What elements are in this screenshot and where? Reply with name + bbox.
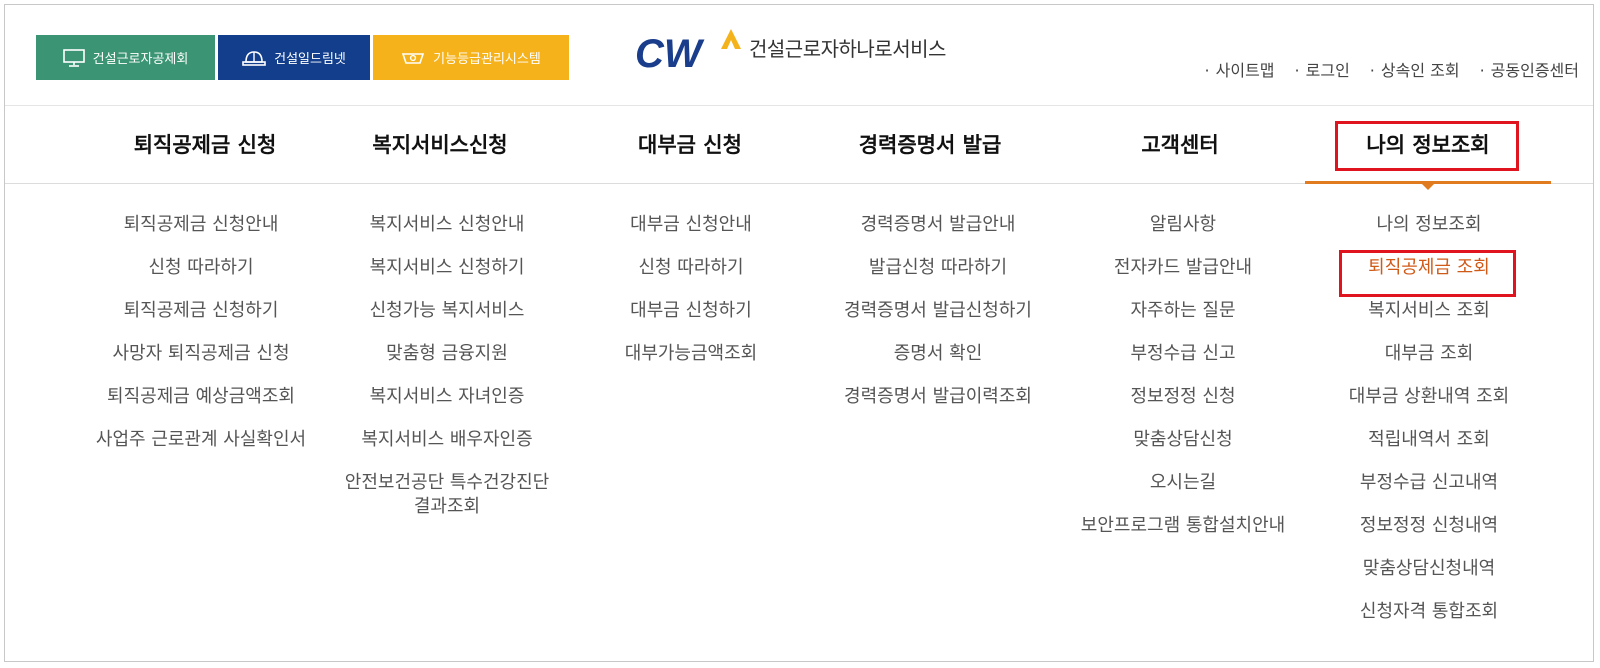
submenu-item[interactable]: 퇴직공제금 예상금액조회 bbox=[96, 385, 306, 428]
submenu-item[interactable]: 자주하는 질문 bbox=[1081, 299, 1285, 342]
submenu-item[interactable]: 전자카드 발급안내 bbox=[1081, 256, 1285, 299]
submenu-item[interactable]: 증명서 확인 bbox=[844, 342, 1032, 385]
sitemap-link[interactable]: 사이트맵 bbox=[1205, 57, 1275, 81]
submenu-item[interactable]: 알림사항 bbox=[1081, 213, 1285, 256]
active-tab-caret bbox=[1421, 183, 1435, 190]
page-frame: 건설근로자공제회 건설일드림넷 기능등급관리시스템 CW 건설근로자하나로서비스… bbox=[4, 4, 1594, 662]
family-site-bar: 건설근로자공제회 건설일드림넷 기능등급관리시스템 bbox=[36, 35, 569, 80]
submenu-retirement-benefit: 퇴직공제금 신청안내 신청 따라하기 퇴직공제금 신청하기 사망자 퇴직공제금 신청 퇴… bbox=[96, 213, 306, 471]
submenu-item[interactable]: 발급신청 따라하기 bbox=[844, 256, 1032, 299]
submenu-item[interactable]: 대부금 상환내역 조회 bbox=[1349, 385, 1509, 428]
svg-text:CW: CW bbox=[635, 32, 705, 75]
submenu-welfare-service: 복지서비스 신청안내 복지서비스 신청하기 신청가능 복지서비스 맞춤형 금융지원 복지… bbox=[345, 213, 549, 531]
submenu-item[interactable]: 복지서비스 배우자인증 bbox=[345, 428, 549, 471]
submenu-item[interactable]: 안전보건공단 특수건강진단 결과조회 bbox=[345, 471, 549, 531]
utility-links: 사이트맵 로그인 상속인 조회 공동인증센터 bbox=[1205, 57, 1579, 81]
submenu-item[interactable]: 대부금 신청안내 bbox=[625, 213, 757, 256]
family-site-cwma-button[interactable]: 건설근로자공제회 bbox=[36, 35, 215, 80]
submenu-item[interactable]: 사망자 퇴직공제금 신청 bbox=[96, 342, 306, 385]
badge-icon bbox=[402, 52, 425, 64]
hardhat-icon bbox=[242, 50, 266, 66]
site-name: 건설근로자하나로서비스 bbox=[749, 36, 946, 61]
submenu-item[interactable]: 신청자격 통합조회 bbox=[1349, 600, 1509, 643]
submenu-item[interactable]: 대부금 신청하기 bbox=[625, 299, 757, 342]
submenu-item[interactable]: 보안프로그램 통합설치안내 bbox=[1081, 514, 1285, 557]
submenu-item[interactable]: 사업주 근로관계 사실확인서 bbox=[96, 428, 306, 471]
family-site-label: 기능등급관리시스템 bbox=[433, 52, 541, 67]
submenu-item[interactable]: 정보정정 신청내역 bbox=[1349, 514, 1509, 557]
submenu-item[interactable]: 적립내역서 조회 bbox=[1349, 428, 1509, 471]
submenu-item[interactable]: 퇴직공제금 신청하기 bbox=[96, 299, 306, 342]
login-link[interactable]: 로그인 bbox=[1295, 57, 1350, 81]
submenu-item[interactable]: 복지서비스 신청안내 bbox=[345, 213, 549, 256]
submenu-item[interactable]: 맞춤상담신청 bbox=[1081, 428, 1285, 471]
highlight-box-retirement-inquiry bbox=[1339, 250, 1516, 297]
site-logo[interactable]: CW 건설근로자하나로서비스 bbox=[635, 27, 946, 76]
submenu-career-certificate: 경력증명서 발급안내 발급신청 따라하기 경력증명서 발급신청하기 증명서 확인 경력증… bbox=[844, 213, 1032, 428]
family-site-dreamnet-button[interactable]: 건설일드림넷 bbox=[218, 35, 370, 80]
submenu-item[interactable]: 맞춤상담신청내역 bbox=[1349, 557, 1509, 600]
gnb-loan[interactable]: 대부금 신청 bbox=[585, 105, 795, 183]
cw-logo-mark: CW bbox=[635, 27, 747, 76]
submenu-item[interactable]: 신청 따라하기 bbox=[625, 256, 757, 299]
family-site-label: 건설근로자공제회 bbox=[92, 52, 189, 67]
submenu-item[interactable]: 복지서비스 신청하기 bbox=[345, 256, 549, 299]
monitor-icon bbox=[62, 48, 85, 67]
submenu-item[interactable]: 오시는길 bbox=[1081, 471, 1285, 514]
submenu-item[interactable]: 복지서비스 조회 bbox=[1349, 299, 1509, 342]
certificate-center-link[interactable]: 공동인증센터 bbox=[1480, 57, 1579, 81]
gnb-customer-center[interactable]: 고객센터 bbox=[1075, 105, 1285, 183]
gnb-retirement-benefit[interactable]: 퇴직공제금 신청 bbox=[100, 105, 310, 183]
submenu-item[interactable]: 신청가능 복지서비스 bbox=[345, 299, 549, 342]
submenu-item[interactable]: 경력증명서 발급이력조회 bbox=[844, 385, 1032, 428]
submenu-item[interactable]: 신청 따라하기 bbox=[96, 256, 306, 299]
submenu-item[interactable]: 맞춤형 금융지원 bbox=[345, 342, 549, 385]
heir-inquiry-link[interactable]: 상속인 조회 bbox=[1370, 57, 1460, 81]
family-site-skill-grade-button[interactable]: 기능등급관리시스템 bbox=[373, 35, 569, 80]
submenu-item[interactable]: 경력증명서 발급안내 bbox=[844, 213, 1032, 256]
highlight-box-my-info bbox=[1335, 121, 1519, 171]
submenu-item[interactable]: 대부가능금액조회 bbox=[625, 342, 757, 385]
gnb-welfare-service[interactable]: 복지서비스신청 bbox=[335, 105, 545, 183]
submenu-item[interactable]: 대부금 조회 bbox=[1349, 342, 1509, 385]
submenu-customer-center: 알림사항 전자카드 발급안내 자주하는 질문 부정수급 신고 정보정정 신청 맞춤상담신청… bbox=[1081, 213, 1285, 557]
family-site-label: 건설일드림넷 bbox=[274, 52, 346, 67]
submenu-item[interactable]: 복지서비스 자녀인증 bbox=[345, 385, 549, 428]
submenu-item[interactable]: 정보정정 신청 bbox=[1081, 385, 1285, 428]
submenu-item[interactable]: 부정수급 신고내역 bbox=[1349, 471, 1509, 514]
submenu-item[interactable]: 퇴직공제금 신청안내 bbox=[96, 213, 306, 256]
submenu-loan: 대부금 신청안내 신청 따라하기 대부금 신청하기 대부가능금액조회 bbox=[625, 213, 757, 385]
gnb-career-certificate[interactable]: 경력증명서 발급 bbox=[825, 105, 1035, 183]
submenu-item[interactable]: 부정수급 신고 bbox=[1081, 342, 1285, 385]
submenu-item[interactable]: 경력증명서 발급신청하기 bbox=[844, 299, 1032, 342]
